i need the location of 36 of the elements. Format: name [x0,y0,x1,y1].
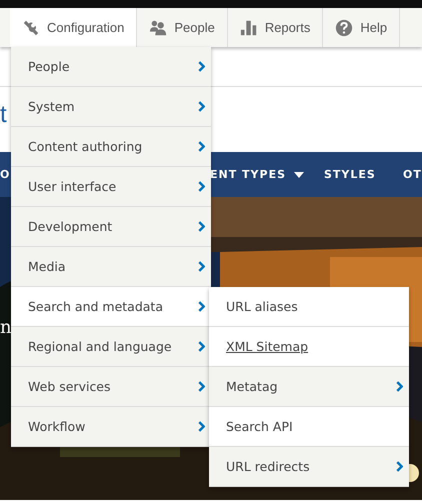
site-title[interactable]: t [0,100,7,128]
nav-link[interactable]: ENT TYPES [210,168,324,181]
menu-item[interactable]: URL aliases [209,287,409,327]
toolbar-tab[interactable]: People [137,8,228,47]
caret-icon [294,172,304,178]
chevron-icon [198,341,205,352]
toolbar-tab[interactable]: Help [323,8,400,47]
wrench-icon [22,18,40,36]
hero-heading: n [0,317,12,338]
menu-item[interactable]: User interface [11,167,211,207]
menu-item[interactable]: URL redirects [209,447,409,487]
chevron-icon [396,381,403,392]
chevron-icon [198,141,205,152]
menu-item[interactable]: System [11,87,211,127]
menu-item[interactable]: XML Sitemap [209,327,409,367]
chevron-icon [198,381,205,392]
nav-link[interactable]: STYLES [324,168,403,181]
toolbar-tab[interactable]: Reports [228,8,324,47]
help-icon [335,18,354,36]
menu-item[interactable]: People [11,47,211,87]
chevron-icon [198,261,205,272]
menu-item[interactable]: Search and metadata [11,287,211,327]
nav-link[interactable]: OT [403,168,422,181]
toolbar-tab[interactable]: Configuration [10,8,138,47]
chevron-icon [198,61,205,72]
chevron-icon [198,101,205,112]
chevron-icon [198,221,205,232]
chevron-icon [198,181,205,192]
menu-item[interactable]: Development [11,207,211,247]
chevron-icon [198,421,205,432]
chevron-icon [396,461,403,472]
chevron-icon [198,301,205,312]
menu-item[interactable]: Search API [209,407,409,447]
bar-chart-icon [240,18,258,36]
people-icon [149,18,168,36]
menu-item[interactable]: Content authoring [11,127,211,167]
